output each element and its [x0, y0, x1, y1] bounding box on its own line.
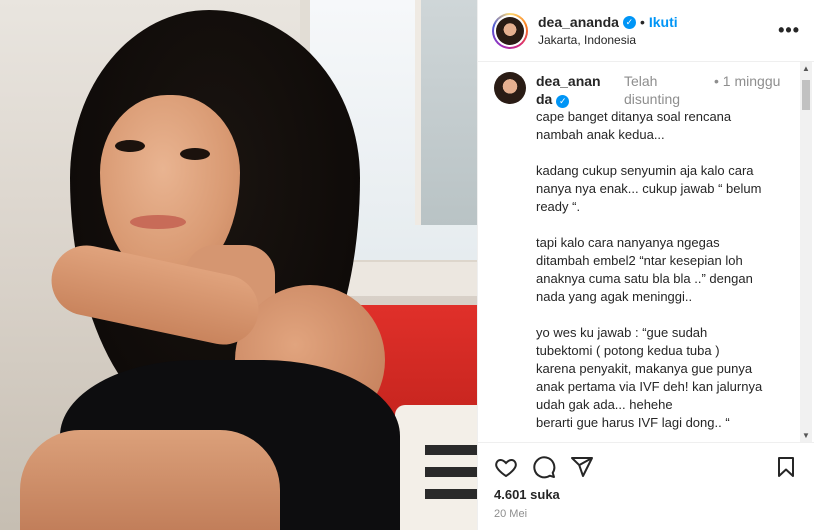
edited-label: Telah disunting	[624, 73, 681, 107]
scroll-down-icon[interactable]: ▼	[802, 431, 810, 440]
bookmark-icon[interactable]	[774, 455, 798, 479]
caption-line: udah gak ada... hehehe	[536, 397, 673, 412]
caption-area: dea_ananda ✓ Telah disunting • 1 minggu …	[478, 62, 814, 442]
post-date: 20 Mei	[494, 508, 528, 520]
striped-pillow	[395, 405, 477, 530]
caption-avatar[interactable]	[494, 72, 526, 104]
avatar[interactable]	[496, 16, 524, 45]
location-link[interactable]: Jakarta, Indonesia	[538, 33, 778, 47]
heart-icon[interactable]	[494, 455, 518, 479]
verified-icon: ✓	[556, 95, 570, 108]
scroll-thumb[interactable]	[802, 80, 810, 110]
post-sidebar: dea_ananda ✓ • Ikuti Jakarta, Indonesia …	[477, 0, 814, 530]
caption-line: anak pertama via IVF deh! kan jalurnya	[536, 379, 763, 394]
caption-line: nanya nya enak... cukup jawab “ belum	[536, 181, 762, 196]
caption-line	[536, 216, 798, 234]
caption-line: tubektomi ( potong kedua tuba )	[536, 343, 720, 358]
caption-line	[536, 144, 798, 162]
header-username[interactable]: dea_ananda	[538, 14, 619, 30]
caption-line: cape banget ditanya soal rencana	[536, 109, 732, 124]
caption-line: berarti gue harus IVF lagi dong.. “	[536, 415, 730, 430]
caption-line: kadang cukup senyumin aja kalo cara	[536, 163, 754, 178]
post-header: dea_ananda ✓ • Ikuti Jakarta, Indonesia …	[478, 0, 814, 62]
caption-line: ready “.	[536, 199, 581, 214]
like-count[interactable]: 4.601 suka	[478, 479, 814, 502]
post-photo[interactable]	[0, 0, 477, 530]
follow-button[interactable]: Ikuti	[649, 14, 678, 30]
comment-icon[interactable]	[532, 455, 556, 479]
instagram-post: dea_ananda ✓ • Ikuti Jakarta, Indonesia …	[0, 0, 814, 530]
caption-scrollbar[interactable]: ▲ ▼	[800, 62, 812, 442]
caption-line: tapi kalo cara nanyanya ngegas	[536, 235, 720, 250]
caption-username[interactable]: dea_ananda ✓	[536, 72, 608, 108]
caption-line: yo wes ku jawab : “gue sudah	[536, 325, 708, 340]
caption-line: nada yang agak meninggi..	[536, 289, 693, 304]
more-options-icon[interactable]: •••	[778, 20, 800, 41]
header-separator: •	[639, 14, 645, 30]
caption-text: cape banget ditanya soal rencana nambah a…	[536, 108, 798, 432]
story-ring[interactable]	[492, 12, 528, 49]
caption-line: anaknya cuma satu bla bla ..” dengan	[536, 271, 753, 286]
caption-line: karena penyakit, makanya gue punya	[536, 361, 753, 376]
verified-icon: ✓	[622, 15, 636, 29]
post-time: • 1 minggu	[714, 73, 781, 89]
caption-line: nambah anak kedua...	[536, 127, 665, 142]
post-actions: 4.601 suka 20 Mei	[478, 442, 814, 531]
scroll-up-icon[interactable]: ▲	[802, 64, 810, 73]
send-icon[interactable]	[570, 455, 594, 479]
caption-line: ditambah embel2 “ntar kesepian loh	[536, 253, 743, 268]
caption-line	[536, 306, 798, 324]
